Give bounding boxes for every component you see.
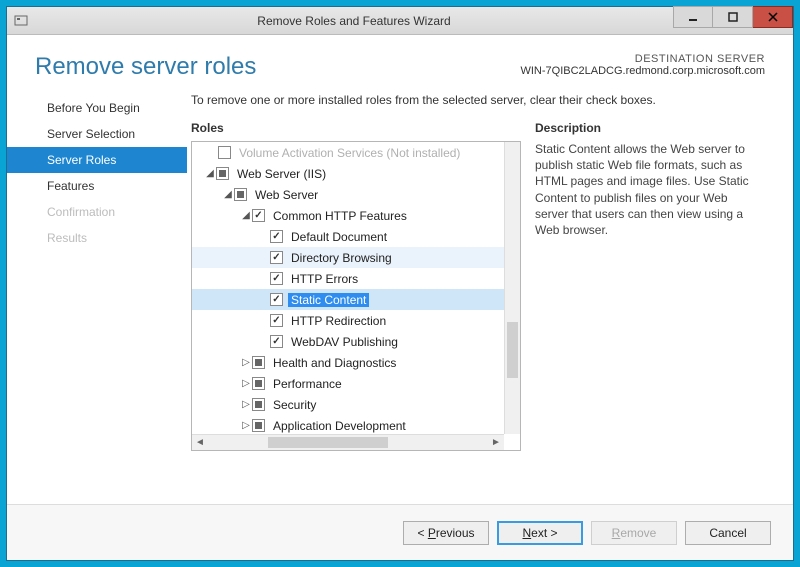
content-area: Before You BeginServer SelectionServer R… bbox=[7, 89, 793, 504]
tree-item-label: Web Server bbox=[252, 188, 321, 202]
tree-item[interactable]: ◢ Common HTTP Features bbox=[192, 205, 504, 226]
tree-item-label: Performance bbox=[270, 377, 345, 391]
remove-button: Remove bbox=[591, 521, 677, 545]
checkbox-icon[interactable] bbox=[270, 230, 283, 243]
tree-item-label: Volume Activation Services (Not installe… bbox=[236, 146, 463, 160]
tree-item[interactable]: Volume Activation Services (Not installe… bbox=[192, 142, 504, 163]
tree-item-label: Web Server (IIS) bbox=[234, 167, 329, 181]
collapse-icon[interactable]: ◢ bbox=[222, 189, 234, 200]
maximize-button[interactable] bbox=[713, 6, 753, 28]
wizard-window: Remove Roles and Features Wizard Remove … bbox=[6, 6, 794, 561]
checkbox-icon[interactable] bbox=[270, 335, 283, 348]
footer: < Previous Next > Remove Cancel bbox=[7, 504, 793, 560]
expand-icon[interactable]: ▷ bbox=[240, 357, 252, 368]
next-button[interactable]: Next > bbox=[497, 521, 583, 545]
collapse-icon[interactable]: ◢ bbox=[240, 210, 252, 221]
tree-item[interactable]: HTTP Errors bbox=[192, 268, 504, 289]
tree-item-label: Common HTTP Features bbox=[270, 209, 410, 223]
previous-button[interactable]: < Previous bbox=[403, 521, 489, 545]
checkbox-icon[interactable] bbox=[270, 272, 283, 285]
checkbox-icon[interactable] bbox=[234, 188, 247, 201]
header: Remove server roles DESTINATION SERVER W… bbox=[7, 35, 793, 89]
tree-item-label: Security bbox=[270, 398, 319, 412]
expand-icon[interactable]: ▷ bbox=[240, 378, 252, 389]
window-title: Remove Roles and Features Wizard bbox=[35, 14, 673, 28]
tree-item[interactable]: ▷ Security bbox=[192, 394, 504, 415]
destination-server-name: WIN-7QIBC2LADCG.redmond.corp.microsoft.c… bbox=[520, 65, 765, 77]
checkbox-icon[interactable] bbox=[270, 251, 283, 264]
roles-heading: Roles bbox=[191, 121, 521, 135]
description-heading: Description bbox=[535, 121, 781, 135]
tree-item[interactable]: ▷ Performance bbox=[192, 373, 504, 394]
tree-item-label: Application Development bbox=[270, 419, 409, 433]
tree-item-label: WebDAV Publishing bbox=[288, 335, 401, 349]
tree-item[interactable]: Directory Browsing bbox=[192, 247, 504, 268]
checkbox-icon[interactable] bbox=[270, 314, 283, 327]
tree-item[interactable]: WebDAV Publishing bbox=[192, 331, 504, 352]
checkbox-icon[interactable] bbox=[218, 146, 231, 159]
horizontal-scrollbar[interactable]: ◄ ► bbox=[192, 434, 504, 450]
vertical-scrollbar[interactable] bbox=[504, 142, 520, 434]
tree-item-label: HTTP Errors bbox=[288, 272, 361, 286]
scroll-left-icon[interactable]: ◄ bbox=[192, 437, 208, 448]
tree-item-label: HTTP Redirection bbox=[288, 314, 389, 328]
tree-item-label: Default Document bbox=[288, 230, 390, 244]
scrollbar-thumb[interactable] bbox=[507, 322, 518, 378]
wizard-step: Confirmation bbox=[7, 199, 187, 225]
tree-item[interactable]: Default Document bbox=[192, 226, 504, 247]
scroll-right-icon[interactable]: ► bbox=[488, 437, 504, 448]
tree-item[interactable]: HTTP Redirection bbox=[192, 310, 504, 331]
wizard-step: Results bbox=[7, 225, 187, 251]
tree-item-label: Directory Browsing bbox=[288, 251, 395, 265]
destination-label: DESTINATION SERVER bbox=[520, 53, 765, 65]
checkbox-icon[interactable] bbox=[252, 356, 265, 369]
instruction-text: To remove one or more installed roles fr… bbox=[191, 93, 781, 107]
tree-item[interactable]: ◢ Web Server bbox=[192, 184, 504, 205]
checkbox-icon[interactable] bbox=[252, 209, 265, 222]
window-controls bbox=[673, 7, 793, 34]
titlebar[interactable]: Remove Roles and Features Wizard bbox=[7, 7, 793, 35]
wizard-step[interactable]: Features bbox=[7, 173, 187, 199]
roles-tree-viewport[interactable]: Volume Activation Services (Not installe… bbox=[192, 142, 504, 434]
tree-item[interactable]: Static Content bbox=[192, 289, 504, 310]
minimize-button[interactable] bbox=[673, 6, 713, 28]
collapse-icon[interactable]: ◢ bbox=[204, 168, 216, 179]
description-text: Static Content allows the Web server to … bbox=[535, 141, 755, 238]
main-panel: To remove one or more installed roles fr… bbox=[187, 93, 793, 504]
tree-item-label: Health and Diagnostics bbox=[270, 356, 399, 370]
expand-icon[interactable]: ▷ bbox=[240, 399, 252, 410]
wizard-step[interactable]: Before You Begin bbox=[7, 95, 187, 121]
tree-item[interactable]: ▷ Health and Diagnostics bbox=[192, 352, 504, 373]
roles-tree: Volume Activation Services (Not installe… bbox=[191, 141, 521, 451]
scrollbar-thumb[interactable] bbox=[268, 437, 388, 448]
app-icon bbox=[7, 14, 35, 28]
close-button[interactable] bbox=[753, 6, 793, 28]
checkbox-icon[interactable] bbox=[252, 398, 265, 411]
checkbox-icon[interactable] bbox=[216, 167, 229, 180]
tree-item[interactable]: ◢ Web Server (IIS) bbox=[192, 163, 504, 184]
destination-info: DESTINATION SERVER WIN-7QIBC2LADCG.redmo… bbox=[520, 53, 765, 77]
tree-item[interactable]: ▷ Application Development bbox=[192, 415, 504, 434]
wizard-steps-sidebar: Before You BeginServer SelectionServer R… bbox=[7, 93, 187, 504]
page-title: Remove server roles bbox=[35, 53, 256, 81]
wizard-step[interactable]: Server Roles bbox=[7, 147, 187, 173]
expand-icon[interactable]: ▷ bbox=[240, 420, 252, 431]
tree-item-label: Static Content bbox=[288, 293, 369, 307]
checkbox-icon[interactable] bbox=[252, 377, 265, 390]
cancel-button[interactable]: Cancel bbox=[685, 521, 771, 545]
checkbox-icon[interactable] bbox=[252, 419, 265, 432]
checkbox-icon[interactable] bbox=[270, 293, 283, 306]
wizard-step[interactable]: Server Selection bbox=[7, 121, 187, 147]
